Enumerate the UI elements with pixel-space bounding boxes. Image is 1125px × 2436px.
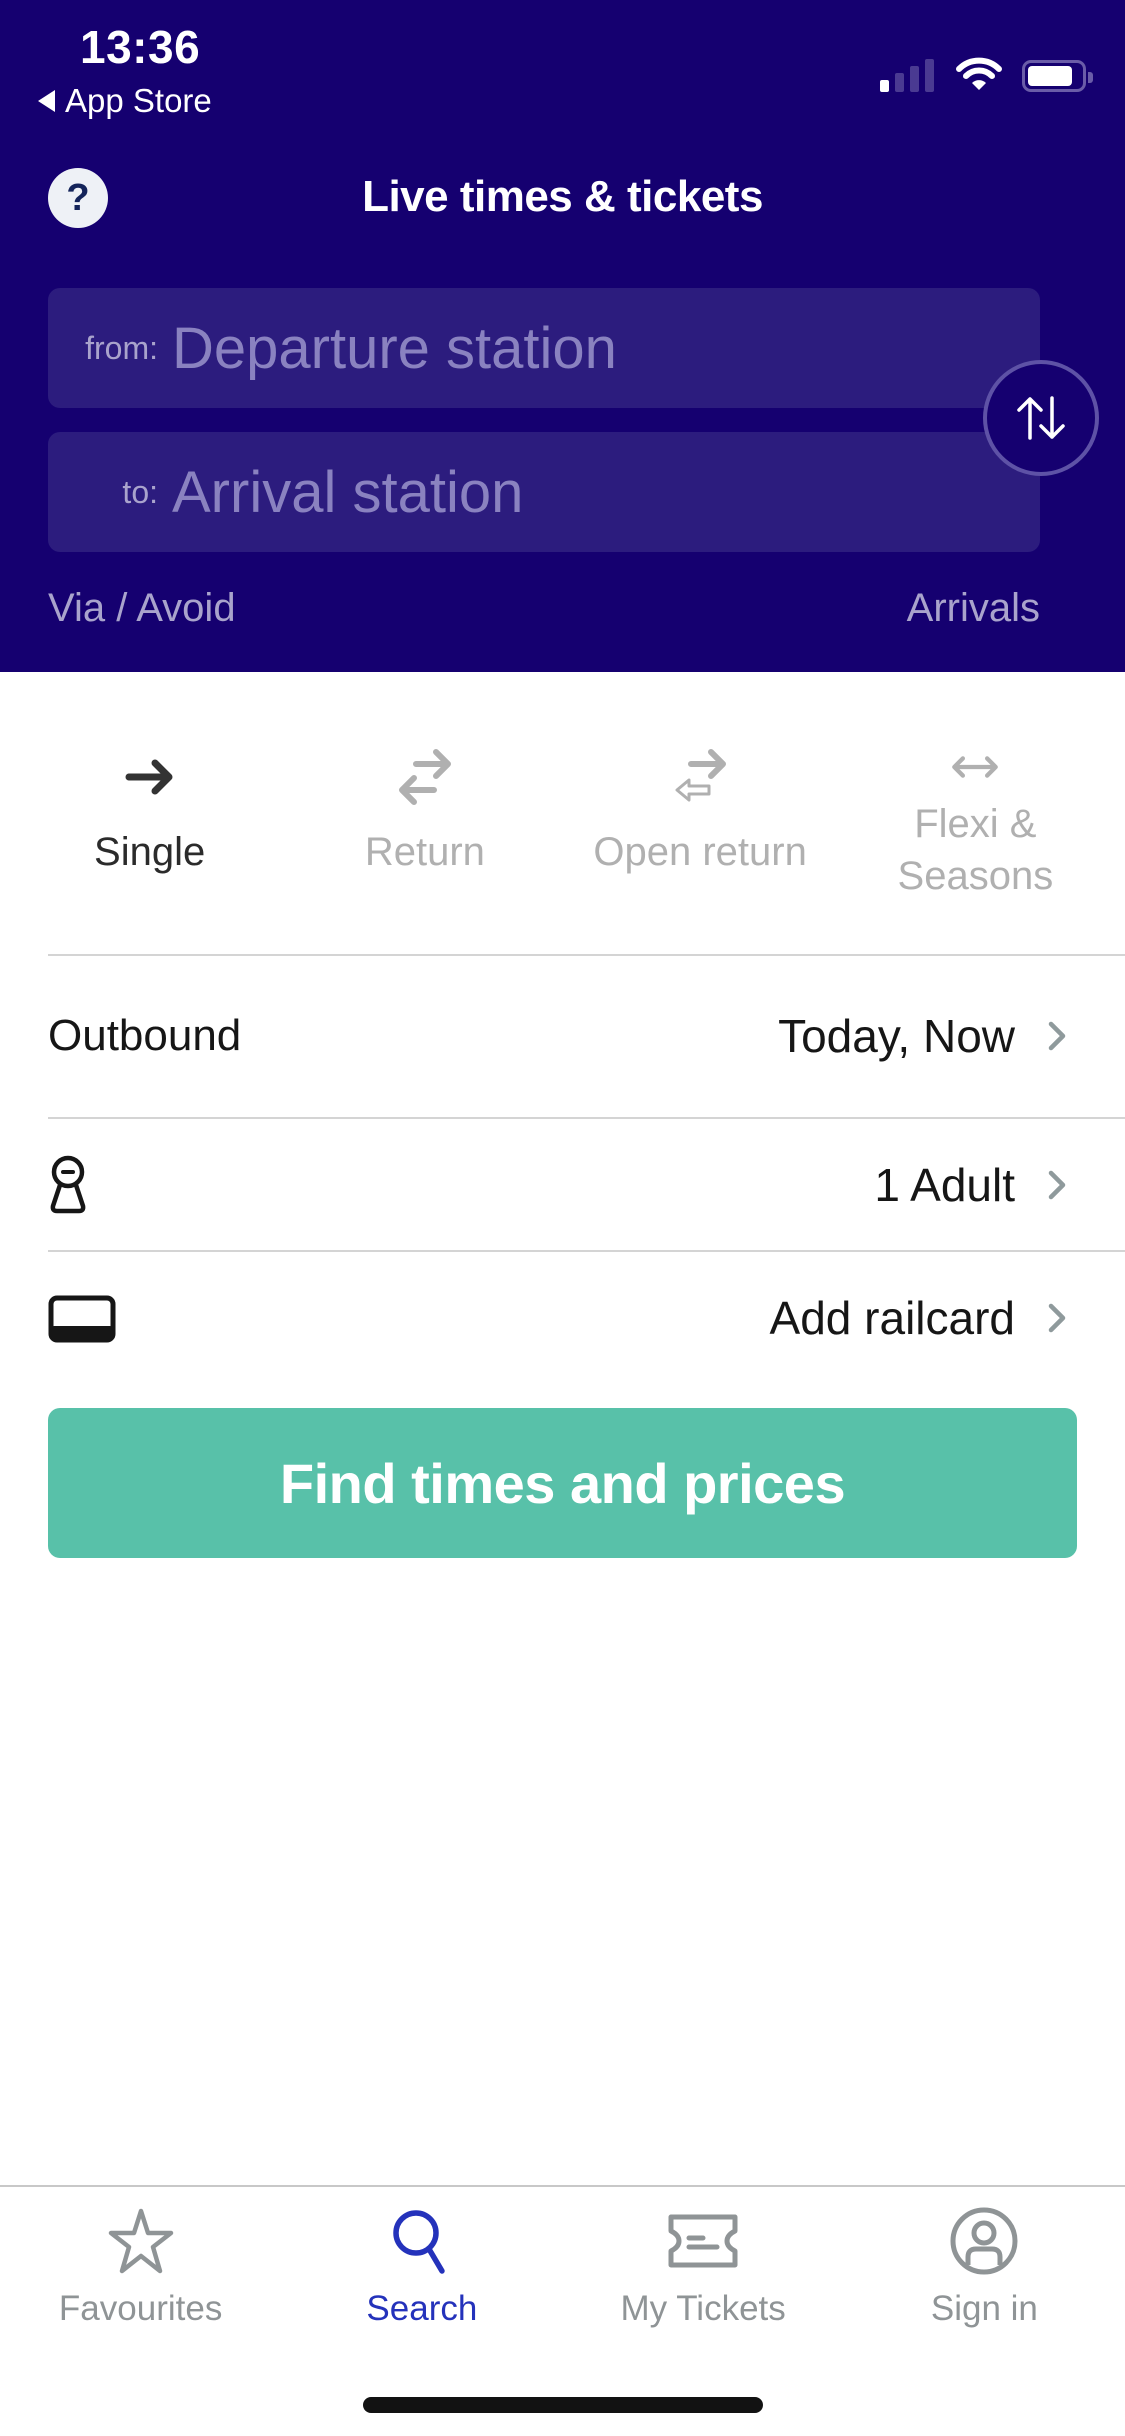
swap-up-down-icon	[1017, 396, 1065, 440]
battery-icon	[1022, 60, 1093, 92]
passengers-value: 1 Adult	[874, 1158, 1015, 1211]
signal-bar	[925, 59, 934, 92]
search-icon	[393, 2210, 445, 2274]
return-arrows-icon	[398, 749, 451, 805]
back-app-label: App Store	[65, 82, 212, 119]
railcard-icon	[48, 1295, 116, 1343]
outbound-row[interactable]: Outbound Today, Now	[48, 956, 1125, 1116]
passengers-row[interactable]: 1 Adult	[48, 1119, 1125, 1250]
user-circle-icon	[950, 2207, 1018, 2275]
wifi-icon	[956, 57, 1002, 90]
signal-strength-icon	[880, 58, 934, 92]
ticket-type-flexi-seasons[interactable]: Flexi & Seasons	[838, 672, 1113, 954]
page-title: Live times & tickets	[362, 172, 763, 221]
ticket-type-open-return[interactable]: Open return	[563, 672, 838, 954]
ticket-type-label: Open return	[593, 830, 807, 874]
ticket-type-label: Flexi & Seasons	[898, 798, 1054, 902]
signal-bar	[880, 80, 889, 92]
back-to-app-store[interactable]: App Store	[38, 82, 212, 120]
ticket-type-return[interactable]: Return	[287, 672, 562, 954]
from-field[interactable]: from:	[48, 288, 1040, 408]
back-triangle-icon	[38, 90, 55, 112]
battery-fill	[1028, 66, 1073, 86]
signal-bar	[895, 73, 904, 92]
arrivals-link[interactable]: Arrivals	[907, 586, 1040, 631]
tab-sign-in[interactable]: Sign in	[844, 2187, 1125, 2347]
railcard-row[interactable]: Add railcard	[48, 1252, 1125, 1384]
to-label: to:	[122, 473, 158, 510]
passenger-icon	[50, 1155, 86, 1213]
to-field[interactable]: to:	[48, 432, 1040, 552]
ticket-icon	[668, 2214, 738, 2268]
home-indicator[interactable]	[363, 2397, 763, 2413]
signal-bar	[910, 66, 919, 92]
chevron-right-icon	[1048, 1303, 1066, 1333]
double-arrow-icon	[952, 756, 999, 778]
tab-label: Favourites	[58, 2289, 223, 2328]
outbound-label: Outbound	[48, 1011, 242, 1060]
chevron-right-icon	[1048, 1021, 1066, 1051]
header: 13:36 App Store ? Live times & tickets f…	[0, 0, 1125, 672]
chevron-right-icon	[1048, 1170, 1066, 1199]
tab-label: My Tickets	[620, 2289, 786, 2328]
open-return-arrows-icon	[675, 749, 727, 802]
tab-label: Sign in	[930, 2289, 1038, 2328]
ticket-type-label: Return	[364, 830, 485, 874]
arrival-station-input[interactable]	[172, 458, 992, 526]
label-line-2: Seasons	[897, 854, 1054, 898]
status-time: 13:36	[80, 21, 201, 73]
ticket-type-label: Single	[94, 830, 206, 874]
find-times-and-prices-button[interactable]: Find times and prices	[48, 1408, 1077, 1558]
status-icons	[880, 52, 1093, 92]
swap-stations-button[interactable]	[983, 360, 1099, 476]
ticket-type-selector: Single Return Open return Flexi & Season…	[0, 672, 1125, 954]
railcard-value: Add railcard	[769, 1292, 1015, 1344]
via-avoid-link[interactable]: Via / Avoid	[48, 586, 236, 631]
ticket-type-single[interactable]: Single	[12, 672, 287, 954]
tab-search[interactable]: Search	[281, 2187, 562, 2347]
departure-station-input[interactable]	[172, 314, 992, 382]
label-line-1: Flexi &	[914, 802, 1037, 846]
outbound-value: Today, Now	[778, 1010, 1015, 1062]
from-label: from:	[85, 329, 158, 366]
tab-label: Search	[366, 2289, 478, 2328]
tab-my-tickets[interactable]: My Tickets	[563, 2187, 844, 2347]
star-icon	[108, 2208, 173, 2274]
arrow-right-icon	[125, 759, 173, 795]
tab-favourites[interactable]: Favourites	[0, 2187, 281, 2347]
